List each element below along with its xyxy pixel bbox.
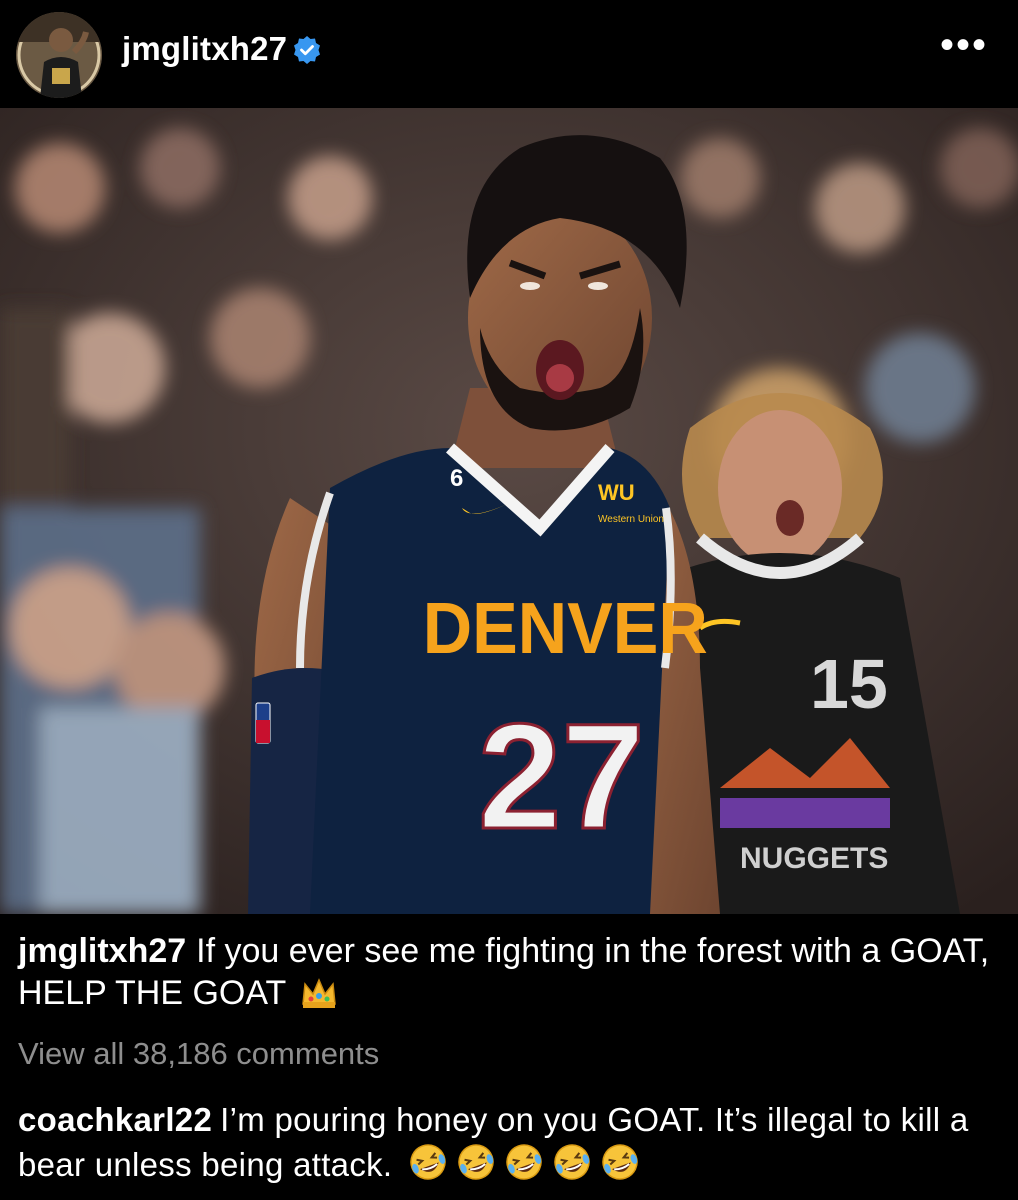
more-options-icon[interactable]: ••• bbox=[940, 25, 988, 65]
rolling-laughing-emoji bbox=[506, 1144, 542, 1180]
sponsor-logo: WU bbox=[598, 480, 635, 505]
view-all-comments-link[interactable]: View all 38,186 comments bbox=[18, 1036, 379, 1072]
rolling-laughing-emoji bbox=[458, 1144, 494, 1180]
jersey-number: 27 bbox=[478, 692, 645, 860]
rolling-laughing-emoji bbox=[410, 1144, 446, 1180]
rolling-laughing-emoji bbox=[602, 1144, 638, 1180]
post-username[interactable]: jmglitxh27 bbox=[122, 30, 287, 68]
fan-jersey-text: NUGGETS bbox=[740, 842, 888, 875]
post-header: jmglitxh27 ••• bbox=[0, 0, 1018, 108]
comment-emoji-row bbox=[402, 1144, 642, 1183]
post-caption: jmglitxh27 If you ever see me fighting in… bbox=[18, 930, 1008, 1014]
rolling-laughing-emoji bbox=[554, 1144, 590, 1180]
patch-number: 6 bbox=[450, 465, 463, 492]
sponsor-sub: Western Union bbox=[598, 514, 664, 525]
verified-badge-icon bbox=[294, 36, 320, 64]
comment-username[interactable]: coachkarl22 bbox=[18, 1101, 212, 1138]
fan-jersey-number: 15 bbox=[810, 645, 888, 723]
caption-username[interactable]: jmglitxh27 bbox=[18, 932, 186, 970]
profile-avatar[interactable] bbox=[16, 12, 102, 98]
jersey-text: DENVER bbox=[423, 587, 708, 668]
crown-emoji bbox=[302, 978, 336, 1008]
comment-item: coachkarl22 I’m pouring honey on you GOAT… bbox=[18, 1098, 1008, 1187]
post-photo[interactable]: 15 NUGGETS 6 WU Western Union DENVER 27 bbox=[0, 108, 1018, 914]
